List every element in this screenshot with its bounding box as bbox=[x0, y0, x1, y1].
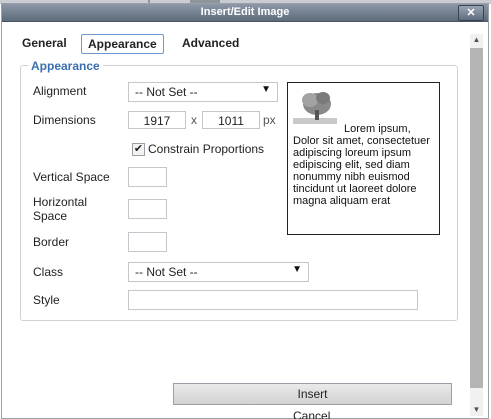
dimensions-label: Dimensions bbox=[33, 113, 96, 127]
scroll-down-icon[interactable]: ▼ bbox=[470, 404, 483, 416]
class-select-value: -- Not Set -- bbox=[135, 265, 198, 279]
style-label: Style bbox=[33, 293, 60, 307]
close-button[interactable]: ✕ bbox=[458, 5, 484, 21]
alignment-label: Alignment bbox=[33, 84, 87, 98]
alignment-select[interactable]: -- Not Set -- ▼ bbox=[128, 82, 278, 102]
tab-appearance[interactable]: Appearance bbox=[81, 34, 164, 54]
border-input[interactable] bbox=[128, 232, 167, 252]
border-label: Border bbox=[33, 235, 70, 249]
class-select[interactable]: -- Not Set -- ▼ bbox=[128, 262, 309, 282]
unit-label: px bbox=[263, 113, 276, 127]
appearance-legend: Appearance bbox=[28, 59, 103, 73]
chevron-down-icon: ▼ bbox=[292, 264, 302, 275]
scroll-thumb[interactable] bbox=[470, 48, 483, 388]
vertical-space-label: Vertical Space bbox=[33, 170, 110, 184]
insert-edit-image-dialog: Insert/Edit Image ✕ General Appearance A… bbox=[1, 3, 489, 419]
check-icon: ✔ bbox=[133, 143, 144, 155]
constrain-label: Constrain Proportions bbox=[148, 142, 265, 156]
horizontal-space-label-line2: Space bbox=[33, 209, 68, 223]
tab-general[interactable]: General bbox=[22, 34, 67, 52]
width-input[interactable]: 1917 bbox=[128, 111, 186, 129]
dialog-titlebar[interactable]: Insert/Edit Image ✕ bbox=[2, 4, 488, 22]
constrain-checkbox[interactable]: ✔ bbox=[132, 143, 145, 156]
cancel-button[interactable]: Cancel bbox=[293, 410, 330, 419]
times-separator: x bbox=[191, 113, 197, 127]
image-preview: Lorem ipsum, Dolor sit amet, consectetue… bbox=[287, 82, 440, 235]
style-input[interactable] bbox=[128, 290, 418, 310]
chevron-down-icon: ▼ bbox=[261, 84, 271, 95]
dialog-title: Insert/Edit Image bbox=[200, 6, 290, 18]
scrollbar[interactable]: ▲ ▼ bbox=[470, 34, 483, 416]
horizontal-space-label-line1: Horizontal bbox=[33, 195, 88, 209]
horizontal-space-input[interactable] bbox=[128, 199, 167, 219]
close-icon: ✕ bbox=[466, 7, 476, 19]
vertical-space-input[interactable] bbox=[128, 167, 167, 187]
class-label: Class bbox=[33, 265, 64, 279]
scroll-up-icon[interactable]: ▲ bbox=[470, 34, 483, 46]
height-input[interactable]: 1011 bbox=[202, 111, 260, 129]
insert-button[interactable]: Insert bbox=[173, 383, 452, 405]
alignment-select-value: -- Not Set -- bbox=[135, 85, 198, 99]
preview-text: Lorem ipsum, Dolor sit amet, consectetue… bbox=[293, 123, 430, 207]
tab-advanced[interactable]: Advanced bbox=[182, 34, 239, 52]
